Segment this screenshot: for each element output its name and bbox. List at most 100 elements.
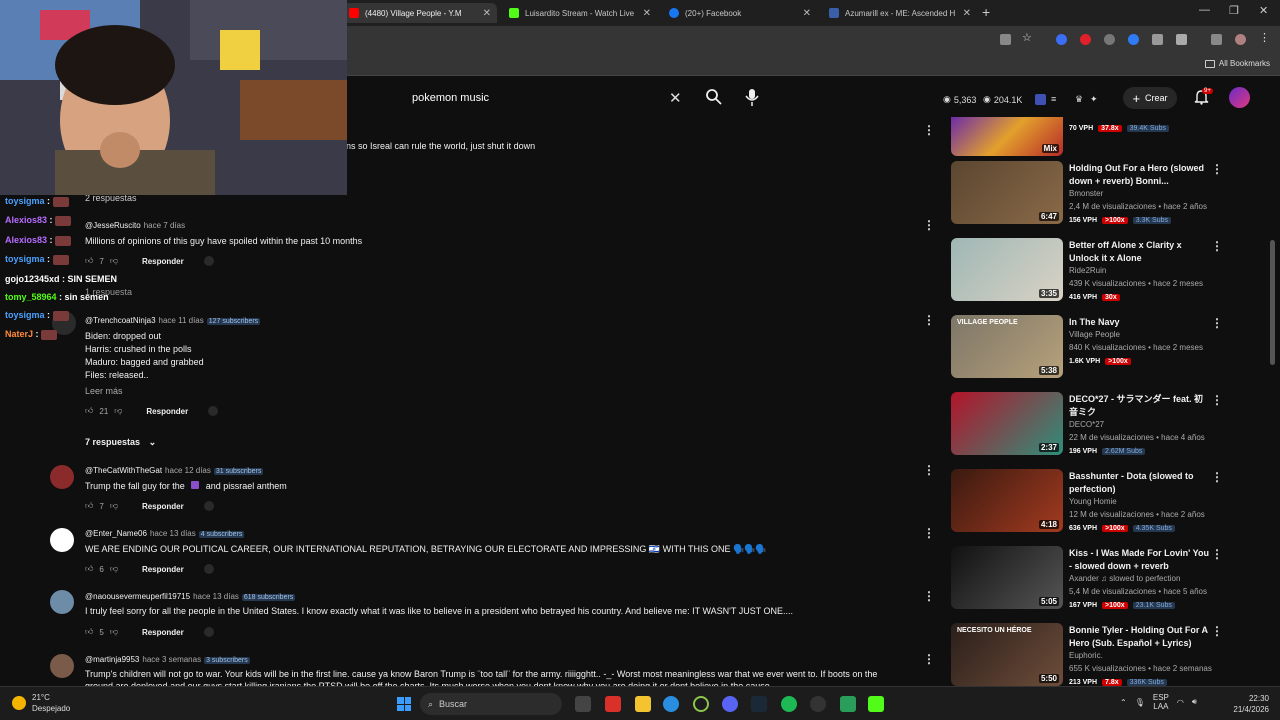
puzzle-icon[interactable] xyxy=(1176,34,1187,45)
extension-icon[interactable] xyxy=(1080,34,1091,45)
steam-icon[interactable] xyxy=(751,696,767,712)
video-thumbnail[interactable]: NECESITO UN HÉROE 5:50 xyxy=(951,623,1063,686)
like-icon[interactable]: 👍︎ xyxy=(85,564,93,574)
comment-menu-icon[interactable]: ⋮ xyxy=(923,313,935,327)
volume-icon[interactable]: 🔊︎ xyxy=(1192,697,1197,707)
video-title[interactable]: Better off Alone x Clarity x Unlock it x… xyxy=(1069,239,1209,265)
replies-toggle[interactable]: 7 respuestas ⌄ xyxy=(85,437,156,448)
maximize-button[interactable]: ❐ xyxy=(1229,4,1239,17)
obs-icon[interactable] xyxy=(693,696,709,712)
comment-menu-icon[interactable]: ⋮ xyxy=(923,218,935,232)
app-icon[interactable] xyxy=(605,696,621,712)
account-avatar[interactable] xyxy=(1229,87,1250,108)
video-menu-icon[interactable]: ⋮ xyxy=(1211,239,1223,253)
close-icon[interactable]: ✕ xyxy=(483,8,491,19)
author-name[interactable]: @martinja9953 xyxy=(85,655,139,664)
chat-username[interactable]: toysigma xyxy=(5,310,45,320)
weather-widget[interactable]: 21°C Despejado xyxy=(12,692,70,714)
mic-icon[interactable] xyxy=(743,86,761,108)
video-channel[interactable]: Bmonster xyxy=(1069,189,1103,198)
video-channel[interactable]: Axander ♫ slowed to perfection xyxy=(1069,574,1180,583)
reply-button[interactable]: Responder xyxy=(142,257,184,266)
clear-search-icon[interactable]: ✕ xyxy=(669,89,682,107)
video-thumbnail[interactable]: 6:47 xyxy=(951,161,1063,224)
reply-button[interactable]: Responder xyxy=(142,565,184,574)
clock[interactable]: 22:30 21/4/2026 xyxy=(1227,693,1269,715)
language-indicator[interactable]: ESP LAA xyxy=(1153,693,1169,711)
video-menu-icon[interactable]: ⋮ xyxy=(1211,393,1223,407)
reply-button[interactable]: Responder xyxy=(142,502,184,511)
extension-icon[interactable] xyxy=(1152,34,1163,45)
like-icon[interactable]: 👍︎ xyxy=(85,627,93,637)
task-view-icon[interactable] xyxy=(575,696,591,712)
chat-username[interactable]: gojo12345xd xyxy=(5,274,60,284)
chat-username[interactable]: tomy_58964 xyxy=(5,292,57,302)
extension-icon[interactable] xyxy=(1104,34,1115,45)
comment-menu-icon[interactable]: ⋮ xyxy=(923,589,935,603)
read-more-link[interactable]: Leer más xyxy=(85,386,123,396)
new-tab-button[interactable]: + xyxy=(982,4,990,20)
video-menu-icon[interactable]: ⋮ xyxy=(1211,162,1223,176)
browser-tab-youtube[interactable]: (4480) Village People - Y.M ✕ xyxy=(343,3,497,23)
extension-icon[interactable] xyxy=(1056,34,1067,45)
windows-start-icon[interactable] xyxy=(397,697,411,711)
video-thumbnail[interactable]: VILLAGE PEOPLE 5:38 xyxy=(951,315,1063,378)
comment-menu-icon[interactable]: ⋮ xyxy=(923,463,935,477)
avatar[interactable] xyxy=(50,528,74,552)
file-explorer-icon[interactable] xyxy=(635,696,651,712)
browser-tab-kick[interactable]: Luisardito Stream - Watch Live ✕ xyxy=(503,3,657,23)
extension-icon[interactable] xyxy=(1128,34,1139,45)
search-box[interactable]: ✕ xyxy=(395,87,690,109)
author-name[interactable]: @JesseRuscito xyxy=(85,221,141,230)
video-title[interactable]: DECO*27 - サラマンダー feat. 初音ミク xyxy=(1069,393,1209,419)
video-thumbnail[interactable]: 4:18 xyxy=(951,469,1063,532)
like-icon[interactable]: 👍︎ xyxy=(85,256,93,266)
profile-icon[interactable] xyxy=(1235,34,1246,45)
star-icon[interactable]: ☆ xyxy=(1022,31,1033,44)
app-icon[interactable] xyxy=(810,696,826,712)
video-menu-icon[interactable]: ⋮ xyxy=(1211,547,1223,561)
comment-menu-icon[interactable]: ⋮ xyxy=(923,526,935,540)
spotify-icon[interactable] xyxy=(781,696,797,712)
like-icon[interactable]: 👍︎ xyxy=(85,501,93,511)
video-thumbnail[interactable]: 5:05 xyxy=(951,546,1063,609)
author-name[interactable]: @naoousevermeuperfil19715 xyxy=(85,592,190,601)
app-icon[interactable] xyxy=(840,696,856,712)
author-name[interactable]: @TrenchcoatNinja3 xyxy=(85,316,156,325)
video-title[interactable]: In The Navy xyxy=(1069,316,1209,329)
browser-tab-facebook[interactable]: (20+) Facebook ✕ xyxy=(663,3,817,23)
dislike-icon[interactable]: 👎︎ xyxy=(110,256,118,266)
close-window-button[interactable]: ✕ xyxy=(1259,4,1268,17)
dislike-icon[interactable]: 👎︎ xyxy=(114,406,122,416)
avatar[interactable] xyxy=(50,590,74,614)
dislike-icon[interactable]: 👎︎ xyxy=(110,627,118,637)
author-name[interactable]: @Enter_Name06 xyxy=(85,529,147,538)
trophy-icon[interactable]: ♛ xyxy=(1075,94,1083,105)
comment-menu-icon[interactable]: ⋮ xyxy=(923,652,935,666)
all-bookmarks[interactable]: All Bookmarks xyxy=(1204,59,1270,68)
avatar[interactable] xyxy=(50,465,74,489)
kick-icon[interactable] xyxy=(868,696,884,712)
dislike-icon[interactable]: 👎︎ xyxy=(110,501,118,511)
chrome-icon[interactable] xyxy=(663,696,679,712)
reply-button[interactable]: Responder xyxy=(142,628,184,637)
reply-button[interactable]: Responder xyxy=(146,407,188,416)
heart-icon[interactable] xyxy=(208,406,219,416)
video-menu-icon[interactable]: ⋮ xyxy=(1211,316,1223,330)
video-title[interactable]: Bonnie Tyler - Holding Out For A Hero (S… xyxy=(1069,624,1209,650)
video-channel[interactable]: Young Homie xyxy=(1069,497,1117,506)
heart-icon[interactable] xyxy=(203,564,214,574)
browser-tab-pokemon[interactable]: Azumarill ex - ME: Ascended H ✕ xyxy=(823,3,977,23)
heart-icon[interactable] xyxy=(203,627,214,637)
video-channel[interactable]: DECO*27 xyxy=(1069,420,1104,429)
video-thumbnail[interactable]: Mix xyxy=(951,117,1063,156)
dislike-icon[interactable]: 👎︎ xyxy=(110,564,118,574)
video-thumbnail[interactable]: 3:35 xyxy=(951,238,1063,301)
search-icon[interactable] xyxy=(705,88,723,106)
video-title[interactable]: Holding Out For a Hero (slowed down + re… xyxy=(1069,162,1209,188)
video-menu-icon[interactable]: ⋮ xyxy=(1211,624,1223,638)
like-icon[interactable]: 👍︎ xyxy=(85,406,93,416)
taskbar-search[interactable]: ⌕ Buscar xyxy=(420,693,562,715)
cast-icon[interactable] xyxy=(1000,34,1011,45)
video-channel[interactable]: Village People xyxy=(1069,330,1120,339)
